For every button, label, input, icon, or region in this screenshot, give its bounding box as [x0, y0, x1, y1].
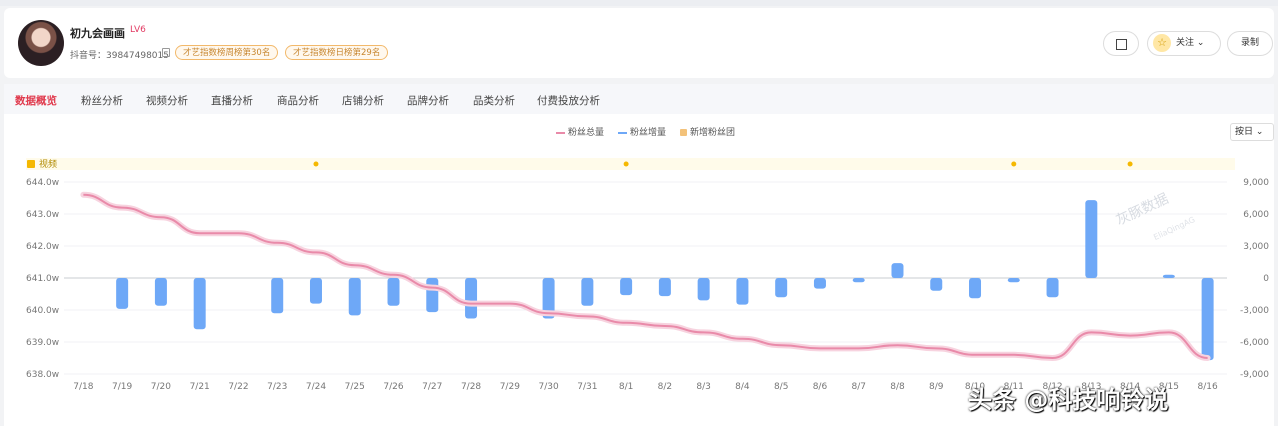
bar-fans-increase[interactable] [387, 278, 400, 306]
y-left-tick-label: 640.0w [26, 306, 59, 316]
bar-fans-increase[interactable] [581, 278, 594, 306]
video-marker[interactable] [623, 161, 629, 167]
y-right-tick-label: 6,000 [1243, 210, 1269, 220]
bar-fans-increase[interactable] [620, 278, 633, 296]
x-tick-label: 7/28 [461, 382, 481, 392]
qrcode-button[interactable] [1103, 31, 1139, 56]
y-left-tick-label: 644.0w [26, 178, 59, 188]
bar-fans-increase[interactable] [930, 278, 943, 291]
x-tick-label: 7/18 [73, 382, 93, 392]
x-tick-label: 8/3 [696, 382, 710, 392]
line-total-fans-glow [80, 191, 1211, 362]
bar-fans-increase[interactable] [271, 278, 284, 314]
bar-fans-increase[interactable] [969, 278, 982, 299]
y-left-tick-label: 643.0w [26, 210, 59, 220]
bar-fans-increase[interactable] [775, 278, 788, 298]
qrcode-icon [1116, 39, 1127, 50]
y-right-tick-label: -6,000 [1240, 338, 1269, 348]
x-tick-label: 7/19 [112, 382, 132, 392]
y-left-tick-label: 638.0w [26, 370, 59, 380]
x-tick-label: 8/4 [735, 382, 750, 392]
douyin-id: 抖音号：39847498015 [70, 51, 169, 61]
bar-fans-increase[interactable] [891, 263, 904, 278]
x-tick-label: 7/27 [422, 382, 442, 392]
profile-card: 初九会画画 LV6 抖音号：39847498015 才艺指数榜周榜第30名 才艺… [4, 8, 1274, 78]
y-left-tick-label: 641.0w [26, 274, 59, 284]
bar-fans-increase[interactable] [658, 278, 671, 297]
avatar[interactable] [18, 20, 64, 66]
bar-fans-increase[interactable] [154, 278, 167, 306]
y-left-tick-label: 639.0w [26, 338, 59, 348]
bar-fans-increase[interactable] [1046, 278, 1059, 298]
video-marker[interactable] [1127, 161, 1133, 167]
overlay-caption: 头条 @科技响铃说 [968, 386, 1169, 414]
bar-fans-increase[interactable] [1007, 278, 1020, 283]
bar-fans-increase[interactable] [813, 278, 826, 289]
x-tick-label: 8/16 [1198, 382, 1218, 392]
x-tick-label: 7/29 [500, 382, 520, 392]
x-tick-label: 7/24 [306, 382, 326, 392]
level-text: LV6 [130, 25, 146, 35]
x-tick-label: 8/5 [774, 382, 788, 392]
star-icon: ☆ [1153, 34, 1171, 52]
x-tick-label: 7/30 [538, 382, 558, 392]
top-strip [0, 0, 1278, 6]
main-panel: 数据概览 粉丝分析 视频分析 直播分析 商品分析 店铺分析 品牌分析 品类分析 … [4, 84, 1274, 426]
bar-fans-increase[interactable] [697, 278, 710, 301]
bar-fans-increase[interactable] [193, 278, 206, 330]
rank-badge-weekly[interactable]: 才艺指数榜周榜第30名 [175, 45, 279, 60]
bar-fans-increase[interactable] [736, 278, 749, 305]
account-name: 初九会画画 [70, 27, 125, 40]
follow-label: 关注 ⌄ [1176, 38, 1205, 48]
bar-fans-increase[interactable] [1162, 274, 1175, 278]
video-row-band [26, 158, 1235, 170]
video-marker[interactable] [313, 161, 319, 167]
rank-badge-daily[interactable]: 才艺指数榜日榜第29名 [285, 45, 389, 60]
bar-fans-increase[interactable] [426, 278, 439, 313]
x-tick-label: 8/9 [929, 382, 944, 392]
line-total-fans[interactable] [83, 193, 1208, 360]
x-tick-label: 8/2 [658, 382, 672, 392]
bar-fans-increase[interactable] [1201, 278, 1214, 361]
bar-fans-increase[interactable] [852, 278, 865, 283]
x-tick-label: 8/7 [851, 382, 865, 392]
level-badge: LV6 [130, 25, 146, 35]
fans-chart: 视频 644.0w 643.0w 642.0w 641.0w 640.0w 639.0w 6… [26, 158, 1269, 392]
x-tick-label: 7/20 [151, 382, 171, 392]
y-right-tick-label: 9,000 [1243, 178, 1269, 188]
video-marker[interactable] [1011, 161, 1017, 167]
copy-icon[interactable] [162, 48, 170, 57]
y-right-tick-label: -9,000 [1240, 370, 1269, 380]
x-tick-label: 7/31 [577, 382, 597, 392]
bar-fans-increase[interactable] [465, 278, 478, 319]
x-tick-label: 7/26 [383, 382, 403, 392]
bar-fans-increase[interactable] [348, 278, 361, 316]
x-tick-label: 7/21 [190, 382, 210, 392]
x-tick-label: 8/8 [890, 382, 905, 392]
y-right-tick-label: 0 [1263, 274, 1269, 284]
bar-fans-increase[interactable] [116, 278, 129, 309]
bar-fans-increase[interactable] [309, 278, 322, 304]
x-tick-label: 8/1 [619, 382, 633, 392]
y-right-tick-label: 3,000 [1243, 242, 1269, 252]
y-left-tick-label: 642.0w [26, 242, 59, 252]
x-tick-label: 7/25 [345, 382, 365, 392]
follow-button[interactable]: ☆ 关注 ⌄ [1147, 31, 1221, 56]
record-button[interactable]: 录制 [1227, 31, 1273, 56]
video-icon [27, 160, 35, 168]
x-tick-label: 7/22 [228, 382, 248, 392]
x-tick-label: 8/6 [813, 382, 828, 392]
video-row-label: 视频 [39, 158, 57, 170]
bar-fans-increase[interactable] [1085, 200, 1098, 278]
x-tick-label: 7/23 [267, 382, 287, 392]
y-right-tick-label: -3,000 [1240, 306, 1269, 316]
